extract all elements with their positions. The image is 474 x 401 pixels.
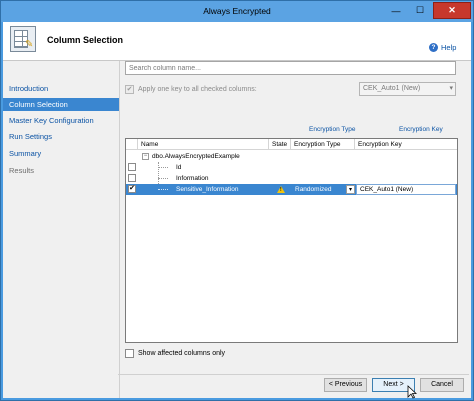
sidebar-item-column-selection[interactable]: Column Selection [3,98,119,111]
warning-mark: ! [280,187,282,193]
header-check [126,139,138,150]
apply-one-key-label: Apply one key to all checked columns: [138,85,257,93]
wizard-sidebar: Introduction Column Selection Master Key… [3,61,120,398]
encryption-type-column-link[interactable]: Encryption Type [309,126,356,133]
help-icon: ? [429,43,438,52]
header-name[interactable]: Name [138,139,269,150]
table-row[interactable]: ✔ Sensitive_Information ! Randomized ▾ C… [126,184,457,195]
encryption-key-column-link[interactable]: Encryption Key [399,126,443,133]
sidebar-item-results: Results [9,166,35,175]
footer-divider [118,374,469,375]
apply-one-key-checkbox[interactable]: ✔ [125,84,134,94]
chevron-down-icon: ▾ [449,85,453,92]
row-checkbox[interactable] [128,174,136,182]
table-row[interactable]: Information [126,173,457,184]
wizard-window: Always Encrypted — ☐ ✕ ✎ Column Selectio… [0,0,474,401]
column-name: Id [176,164,182,171]
cancel-button[interactable]: Cancel [420,378,464,392]
mouse-cursor-icon [407,385,417,399]
show-affected-checkbox[interactable] [125,348,134,358]
column-name: Information [176,175,209,182]
close-button[interactable]: ✕ [433,2,471,19]
encryption-key-dropdown[interactable]: CEK_Auto1 (New) [356,184,456,195]
column-grid: Name State Encryption Type Encryption Ke… [125,138,458,343]
minimize-button[interactable]: — [385,2,407,19]
sidebar-item-run-settings[interactable]: Run Settings [3,130,119,143]
table-row[interactable]: Id [126,162,457,173]
help-link[interactable]: ? Help [429,42,456,53]
collapse-icon[interactable]: − [142,153,149,160]
maximize-button[interactable]: ☐ [409,2,431,19]
grid-header: Name State Encryption Type Encryption Ke… [126,139,457,150]
sidebar-item-master-key-configuration[interactable]: Master Key Configuration [3,114,119,127]
table-name: dbo.AlwaysEncryptedExample [152,153,240,160]
sidebar-item-introduction[interactable]: Introduction [3,82,119,95]
page-title: Column Selection [47,35,124,45]
chevron-down-icon[interactable]: ▾ [346,185,355,194]
header-encryption-type[interactable]: Encryption Type [291,139,355,150]
tree-line [158,167,168,168]
show-affected-option[interactable]: Show affected columns only [125,347,225,359]
page-header: ✎ Column Selection [3,22,471,61]
previous-button[interactable]: < Previous [324,378,367,392]
title-bar[interactable]: Always Encrypted — ☐ ✕ [1,1,473,22]
row-checkbox[interactable]: ✔ [128,185,136,193]
tree-line [158,189,168,190]
table-row[interactable]: − dbo.AlwaysEncryptedExample [126,151,457,162]
column-selection-icon: ✎ [10,26,36,52]
header-state[interactable]: State [269,139,291,150]
show-affected-label: Show affected columns only [138,349,226,357]
apply-one-key-select[interactable]: CEK_Auto1 (New) ▾ [359,82,456,96]
apply-one-key-value: CEK_Auto1 (New) [363,85,421,92]
sidebar-item-summary[interactable]: Summary [3,147,119,160]
search-column-input[interactable] [125,61,456,75]
header-encryption-key[interactable]: Encryption Key [355,139,457,150]
tree-line [158,178,168,179]
help-label: Help [441,43,457,52]
column-name: Sensitive_Information [176,186,239,193]
key-icon: ✎ [25,39,34,50]
row-checkbox[interactable] [128,163,136,171]
apply-one-key-option[interactable]: ✔ Apply one key to all checked columns: [125,83,257,95]
